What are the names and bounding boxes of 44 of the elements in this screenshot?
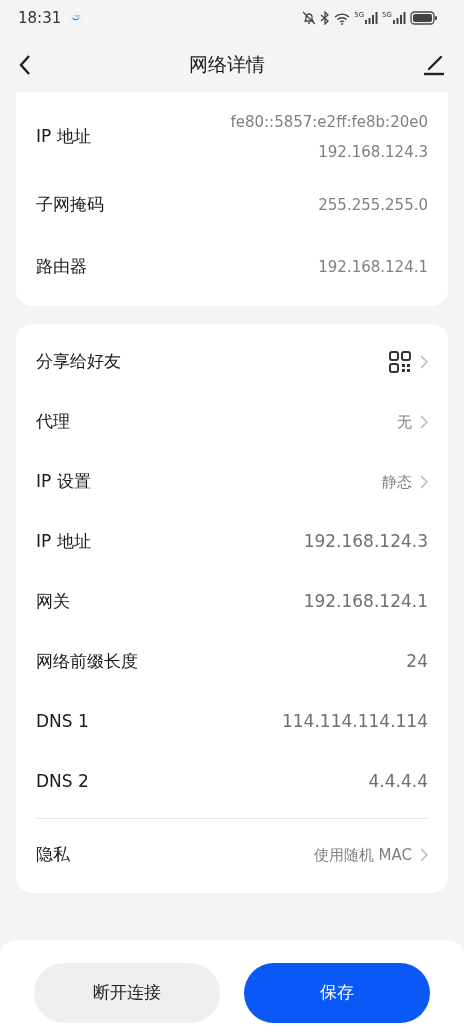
row-label: IP 地址: [36, 125, 91, 149]
row-label: 隐私: [36, 843, 70, 867]
row-value: 114.114.114.114: [282, 710, 428, 734]
settings-row[interactable]: 分享给好友: [16, 332, 448, 392]
settings-row[interactable]: IP 设置 静态: [16, 452, 448, 512]
row-label: 子网掩码: [36, 193, 104, 217]
row-label: DNS 2: [36, 770, 89, 794]
row-value: fe80::5857:e2ff:fe8b:20e0: [230, 111, 428, 133]
row-value: 4.4.4.4: [368, 770, 428, 794]
row-label: 网络前缀长度: [36, 650, 138, 674]
row-label: IP 地址: [36, 530, 91, 554]
row-label: 网关: [36, 590, 70, 614]
bluetooth-icon: [320, 11, 331, 25]
row-label: DNS 1: [36, 710, 89, 734]
row-label: IP 设置: [36, 470, 91, 494]
qr-code-icon: [388, 350, 412, 374]
row-label: 路由器: [36, 255, 87, 279]
row-value: 192.168.124.1: [303, 590, 428, 614]
battery-icon: [410, 11, 438, 25]
settings-row[interactable]: 代理 无: [16, 392, 448, 452]
signal-icon: [364, 12, 379, 24]
app-notification-icon: [69, 11, 84, 25]
page-title: 网络详情: [189, 51, 265, 77]
disconnect-button[interactable]: 断开连接: [34, 963, 220, 1023]
clock-time: 18:31: [18, 7, 62, 29]
chevron-icon: [420, 355, 428, 369]
row-value: 192.168.124.3: [318, 142, 428, 163]
row-value: 无: [397, 411, 412, 433]
row-value: 24: [406, 650, 428, 674]
row-value: 255.255.255.0: [318, 194, 428, 216]
row-label: 代理: [36, 410, 70, 434]
row-value: 静态: [382, 471, 412, 493]
chevron-icon: [420, 415, 428, 429]
chevron-icon: [420, 475, 428, 489]
wifi-icon: [334, 11, 351, 25]
row-value: 使用随机 MAC: [313, 844, 412, 866]
row-label: 分享给好友: [36, 350, 121, 374]
chevron-icon: [420, 848, 428, 862]
save-button[interactable]: 保存: [244, 963, 430, 1023]
settings-row[interactable]: 隐私 使用随机 MAC: [16, 825, 448, 885]
row-value: 192.168.124.1: [318, 256, 428, 278]
bell-muted-icon: [302, 11, 317, 25]
row-value: 192.168.124.3: [303, 530, 428, 554]
signal-icon: [392, 12, 406, 24]
